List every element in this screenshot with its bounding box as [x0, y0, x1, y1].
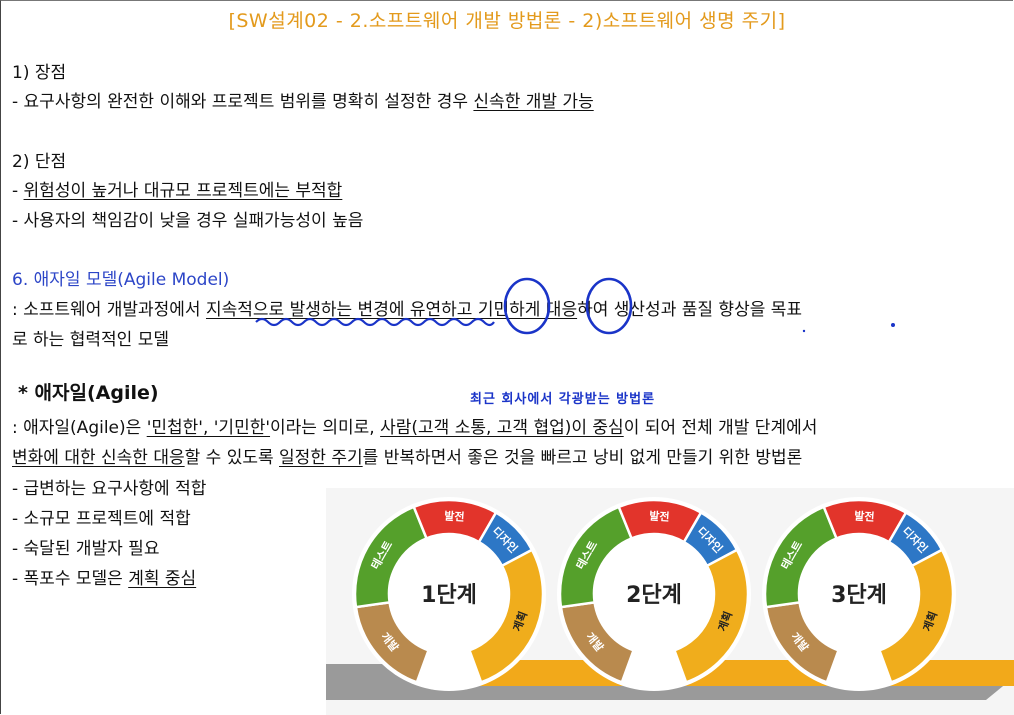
cons-heading: 2) 단점: [12, 152, 67, 172]
segment-label-deploy-1: 발전: [444, 509, 465, 524]
desc-text-d: 를 반복하면서 좋은 것을 빠르고 낭비 없게 만들기 위한 방법론: [362, 448, 803, 468]
agile-description-line2: 변화에 대한 신속한 대응할 수 있도록 일정한 주기를 반복하면서 좋은 것을…: [12, 443, 802, 468]
desc-highlight-people: 사람(고객 소통, 고객 협업)이 중심: [380, 418, 624, 438]
agile-heading: * 애자일(Agile): [18, 382, 159, 404]
segment-label-deploy-2: 발전: [649, 509, 670, 524]
cons-item-2: - 사용자의 책임감이 낮을 경우 실패가능성이 높음: [12, 211, 364, 231]
pros-item-highlight: 신속한 개발 가능: [473, 92, 594, 112]
pros-heading: 1) 장점: [12, 63, 67, 83]
agile-bullet-4: - 폭포수 모델은 계획 중심: [12, 564, 196, 589]
agile-model-definition-line2: 로 하는 협력적인 모델: [12, 330, 169, 350]
desc-text-e: 이 되어 전체 개발 단계에서: [623, 418, 818, 438]
pros-item-text: - 요구사항의 완전한 이해와 프로젝트 범위를 명확히 설정한 경우: [12, 92, 474, 112]
stage-label-1: 1단계: [421, 583, 477, 608]
stage-label-2: 2단계: [626, 583, 682, 608]
agile-bullet-3: - 숙달된 개발자 필요: [12, 539, 160, 559]
agile-cycle-diagram: 개발 테스트 발전 디자인 계획 1단계 개발 테스트 발전 디자인 계획 2단계 개발 테스트 발전 디자인…: [326, 488, 1014, 715]
agile-bullet-1: - 급변하는 요구사항에 적합: [12, 479, 207, 499]
agile-description-line1: : 애자일(Agile)은 '민첩한', '기민한'이라는 의미로, 사람(고객…: [12, 413, 817, 438]
agile-bullet-2: - 소규모 프로젝트에 적합: [12, 509, 191, 529]
desc-highlight-cycle: 일정한 주기: [279, 448, 363, 468]
bullet-4-text: - 폭포수 모델은: [12, 569, 129, 589]
desc-text-c: 이라는 의미로,: [270, 418, 381, 438]
desc-text-a: : 애자일(Agile)은: [12, 418, 147, 438]
stage-label-3: 3단계: [831, 583, 887, 608]
desc-highlight-meaning: '민첩한', '기민한': [146, 418, 271, 438]
page-title: [SW설계02 - 2.소프트웨어 개발 방법론 - 2)소프트웨어 생명 주기…: [228, 10, 786, 32]
definition-suffix: 하여 생산성과 품질 향상을 목표: [577, 300, 803, 320]
cycle-svg: 개발테스트발전디자인계획1단계개발테스트발전디자인계획2단계개발테스트발전디자인…: [326, 497, 1014, 700]
cons-item-1: - 위험성이 높거나 대규모 프로젝트에는 부적합: [12, 176, 342, 201]
cons-item-1-dash: -: [12, 181, 24, 201]
desc-text-b: 할 수 있도록: [184, 448, 280, 468]
definition-prefix: : 소프트웨어 개발과정에서: [12, 300, 206, 320]
segment-label-deploy-3: 발전: [854, 509, 875, 524]
cons-item-1-highlight: 위험성이 높거나 대규모 프로젝트에는 부적합: [23, 181, 343, 201]
desc-highlight-response: 변화에 대한 신속한 대응: [12, 448, 185, 468]
definition-highlight: 지속적으로 발생하는 변경에 유연하고 기민하게 대응: [205, 300, 578, 320]
agile-model-heading: 6. 애자일 모델(Agile Model): [12, 270, 230, 290]
bullet-4-highlight: 계획 중심: [128, 569, 197, 589]
handwritten-note: 최근 회사에서 각광받는 방법론: [470, 392, 656, 407]
agile-model-definition: : 소프트웨어 개발과정에서 지속적으로 발생하는 변경에 유연하고 기민하게 …: [12, 295, 802, 320]
pros-item: - 요구사항의 완전한 이해와 프로젝트 범위를 명확히 설정한 경우 신속한 …: [12, 87, 594, 112]
